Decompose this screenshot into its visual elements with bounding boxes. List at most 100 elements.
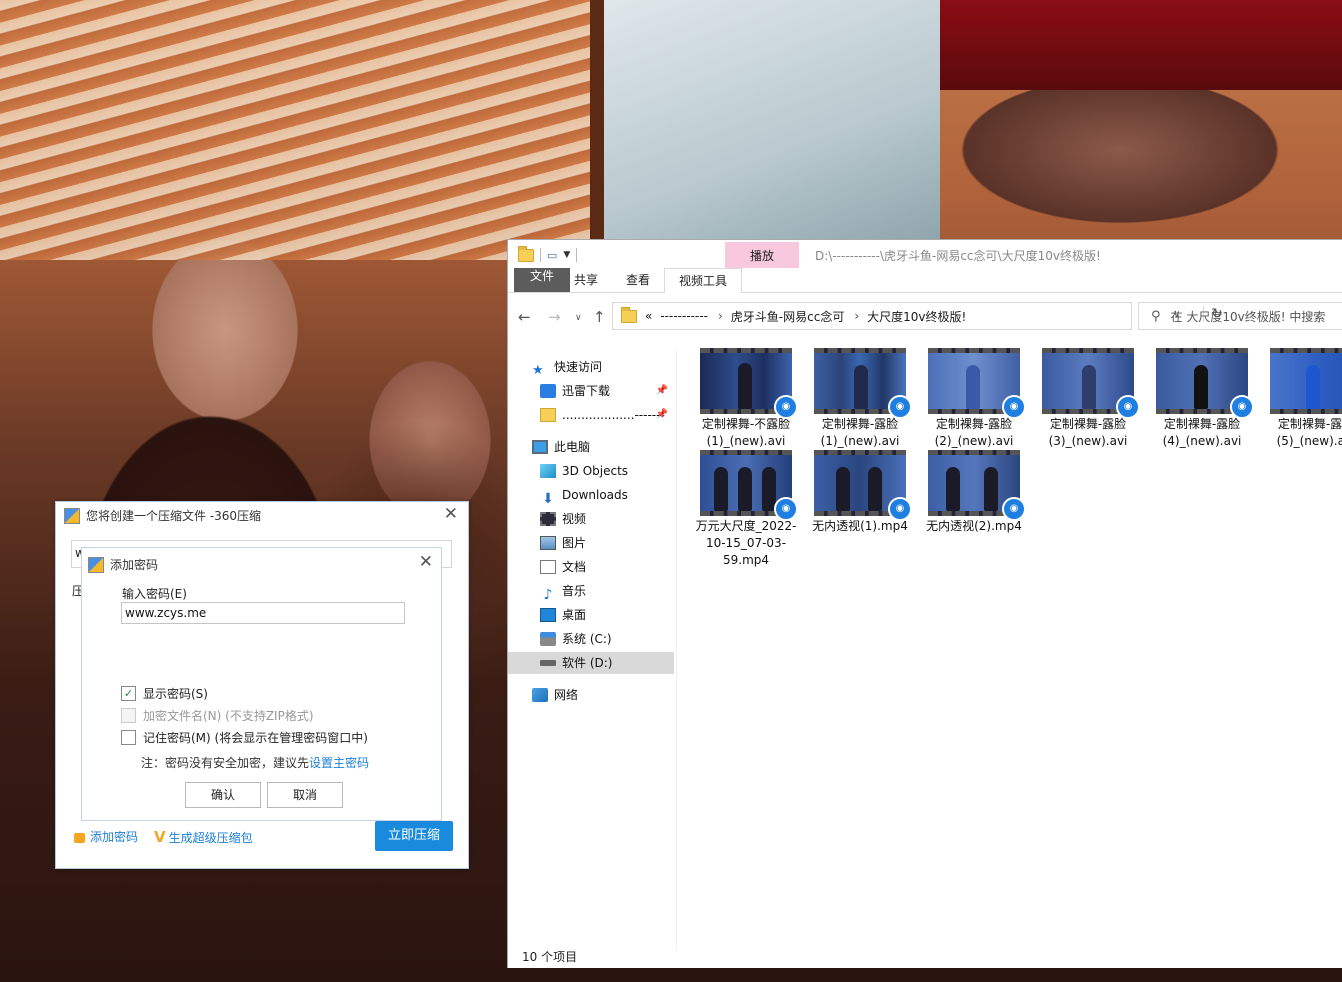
dialog-title: 您将创建一个压缩文件 -360压缩 [64, 507, 261, 524]
add-password-link[interactable]: 添加密码 [74, 828, 138, 845]
security-note: 注：密码没有安全加密，建议先设置主密码 [141, 754, 369, 771]
remember-password-checkbox[interactable]: 记住密码(M) (将会显示在管理密码窗口中) [121, 729, 368, 746]
file-item[interactable]: ◉ 定制裸舞-露脸(5)_(new).avi [1264, 348, 1342, 450]
360zip-app-icon [88, 556, 104, 573]
close-icon[interactable]: ✕ [444, 504, 458, 524]
set-master-password-link[interactable]: 设置主密码 [309, 756, 369, 770]
file-item[interactable]: ◉ 定制裸舞-露脸(3)_(new).avi [1036, 348, 1140, 450]
address-bar[interactable]: « ----------- › 虎牙斗鱼-网易cc念可 › 大尺度10v终极版!… [612, 302, 1223, 330]
nav-label: 图片 [562, 536, 587, 550]
nav-drive-d[interactable]: 软件 (D:) [508, 652, 674, 674]
video-player-icon: ◉ [888, 395, 912, 419]
file-grid: ◉ 定制裸舞-不露脸(1)_(new).avi ◉ 定制裸舞-露脸(1)_(ne… [694, 348, 1342, 588]
file-item[interactable]: ◉ 无内透视(2).mp4 [922, 450, 1026, 535]
window-glass [600, 0, 940, 240]
breadcrumb-separator-icon[interactable]: › [718, 309, 723, 323]
breadcrumb-separator-icon[interactable]: › [854, 309, 859, 323]
checkbox-label: 加密文件名(N) (不支持ZIP格式) [143, 709, 314, 723]
pin-icon: 📌 [655, 409, 668, 420]
file-name: 定制裸舞-不露脸(1)_(new).avi [701, 417, 791, 448]
tab-video-tools[interactable]: 视频工具 [664, 268, 743, 293]
cube-icon [540, 464, 556, 478]
video-thumbnail: ◉ [1270, 348, 1342, 414]
dialog-title-text: 您将创建一个压缩文件 -360压缩 [86, 509, 262, 523]
customize-toolbar-dropdown[interactable]: ▼ [563, 250, 570, 260]
encrypt-filenames-checkbox: 加密文件名(N) (不支持ZIP格式) [121, 707, 314, 724]
forward-arrow-icon[interactable]: → [548, 308, 561, 326]
dialog-title: 添加密码 [88, 556, 158, 573]
video-thumbnail: ◉ [1042, 348, 1140, 419]
nav-label: 迅雷下载 [562, 384, 611, 398]
checkbox-label: 记住密码(M) (将会显示在管理密码窗口中) [143, 731, 368, 745]
cancel-button[interactable]: 取消 [267, 782, 343, 808]
checkmark-icon: ✓ [121, 686, 136, 701]
nav-pictures[interactable]: 图片 [540, 532, 586, 554]
nav-label: 系统 (C:) [562, 632, 612, 646]
note-text: 注：密码没有安全加密，建议先 [141, 756, 310, 770]
compress-now-button[interactable]: 立即压缩 [375, 821, 453, 851]
file-item[interactable]: ◉ 万元大尺度_2022-10-15_07-03-59.mp4 [694, 450, 798, 569]
nav-xunlei-download[interactable]: 迅雷下载 📌 [540, 380, 676, 402]
pin-icon: 📌 [655, 385, 668, 396]
nav-label: 软件 (D:) [562, 656, 613, 670]
nav-network[interactable]: 网络 [532, 684, 578, 706]
nav-3d-objects[interactable]: 3D Objects [540, 460, 628, 482]
video-thumbnail: ◉ [928, 450, 1026, 521]
super-package-label: 生成超级压缩包 [168, 830, 253, 845]
nav-label: Downloads [562, 488, 628, 502]
file-item[interactable]: ◉ 定制裸舞-露脸(4)_(new).avi [1150, 348, 1254, 450]
video-thumbnail: ◉ [700, 450, 798, 521]
ok-button[interactable]: 确认 [185, 782, 261, 808]
search-box[interactable]: ⚲ 在 大尺度10v终极版! 中搜索 [1138, 302, 1342, 330]
nav-label: 此电脑 [554, 440, 591, 454]
file-item[interactable]: ◉ 定制裸舞-不露脸(1)_(new).avi [694, 348, 798, 450]
address-overflow[interactable]: « [645, 309, 652, 323]
nav-pinned-folder[interactable]: ...................------- 📌 [540, 404, 676, 426]
nav-quick-access[interactable]: ★ 快速访问 [532, 356, 602, 378]
password-label: 输入密码(E) [122, 587, 187, 601]
file-name: 无内透视(2).mp4 [926, 519, 1022, 533]
ribbon-tabs: 文件 主页 共享 查看 视频工具 [508, 268, 1342, 293]
super-package-link[interactable]: V 生成超级压缩包 [154, 828, 253, 846]
add-password-label: 添加密码 [90, 830, 139, 844]
film-icon [540, 512, 556, 526]
folder-icon [621, 306, 637, 323]
nav-documents[interactable]: 文档 [540, 556, 586, 578]
breadcrumb-folder-2[interactable]: 虎牙斗鱼-网易cc念可 [731, 308, 845, 325]
password-input[interactable] [121, 602, 405, 624]
file-item[interactable]: ◉ 定制裸舞-露脸(2)_(new).avi [922, 348, 1026, 450]
nav-videos[interactable]: 视频 [540, 508, 586, 530]
file-item[interactable]: ◉ 定制裸舞-露脸(1)_(new).avi [808, 348, 912, 450]
tab-file[interactable]: 文件 [514, 268, 570, 292]
nav-desktop[interactable]: 桌面 [540, 604, 586, 626]
nav-music[interactable]: ♪ 音乐 [540, 580, 586, 603]
desktop-icon [540, 608, 556, 622]
video-player-icon: ◉ [1002, 497, 1026, 521]
close-icon[interactable]: ✕ [419, 552, 433, 572]
tab-view[interactable]: 查看 [612, 268, 664, 292]
navigation-pane: ★ 快速访问 迅雷下载 📌 ...................-------… [508, 350, 677, 950]
drive-c-icon [540, 632, 556, 646]
back-arrow-icon[interactable]: ← [518, 308, 531, 326]
network-icon [532, 688, 548, 702]
add-password-dialog: 添加密码 ✕ 输入密码(E) ✓ 显示密码(S) 加密文件名(N) (不支持ZI… [81, 547, 442, 821]
nav-label: 桌面 [562, 608, 587, 622]
nav-downloads[interactable]: ⬇ Downloads [540, 484, 628, 507]
show-password-checkbox[interactable]: ✓ 显示密码(S) [121, 685, 208, 702]
file-name: 定制裸舞-露脸(5)_(new).avi [1276, 417, 1342, 448]
dialog-title-text: 添加密码 [110, 558, 159, 572]
video-player-icon: ◉ [888, 497, 912, 521]
context-tab-play: 播放 [725, 242, 799, 268]
file-item[interactable]: ◉ 无内透视(1).mp4 [808, 450, 912, 535]
up-arrow-icon[interactable]: ↑ [593, 308, 606, 326]
video-thumbnail: ◉ [700, 348, 798, 419]
breadcrumb-root-folder[interactable]: ----------- [660, 309, 708, 323]
xunlei-icon [540, 384, 556, 398]
properties-icon[interactable]: ▭ [547, 249, 557, 262]
status-item-count: 10 个项目 [522, 950, 578, 964]
recent-locations-chevron-icon[interactable]: ∨ [575, 313, 582, 323]
nav-drive-c[interactable]: 系统 (C:) [540, 628, 612, 650]
nav-this-pc[interactable]: 此电脑 [532, 436, 590, 458]
breadcrumb-current-folder[interactable]: 大尺度10v终极版! [867, 308, 966, 325]
video-player-icon: ◉ [1002, 395, 1026, 419]
